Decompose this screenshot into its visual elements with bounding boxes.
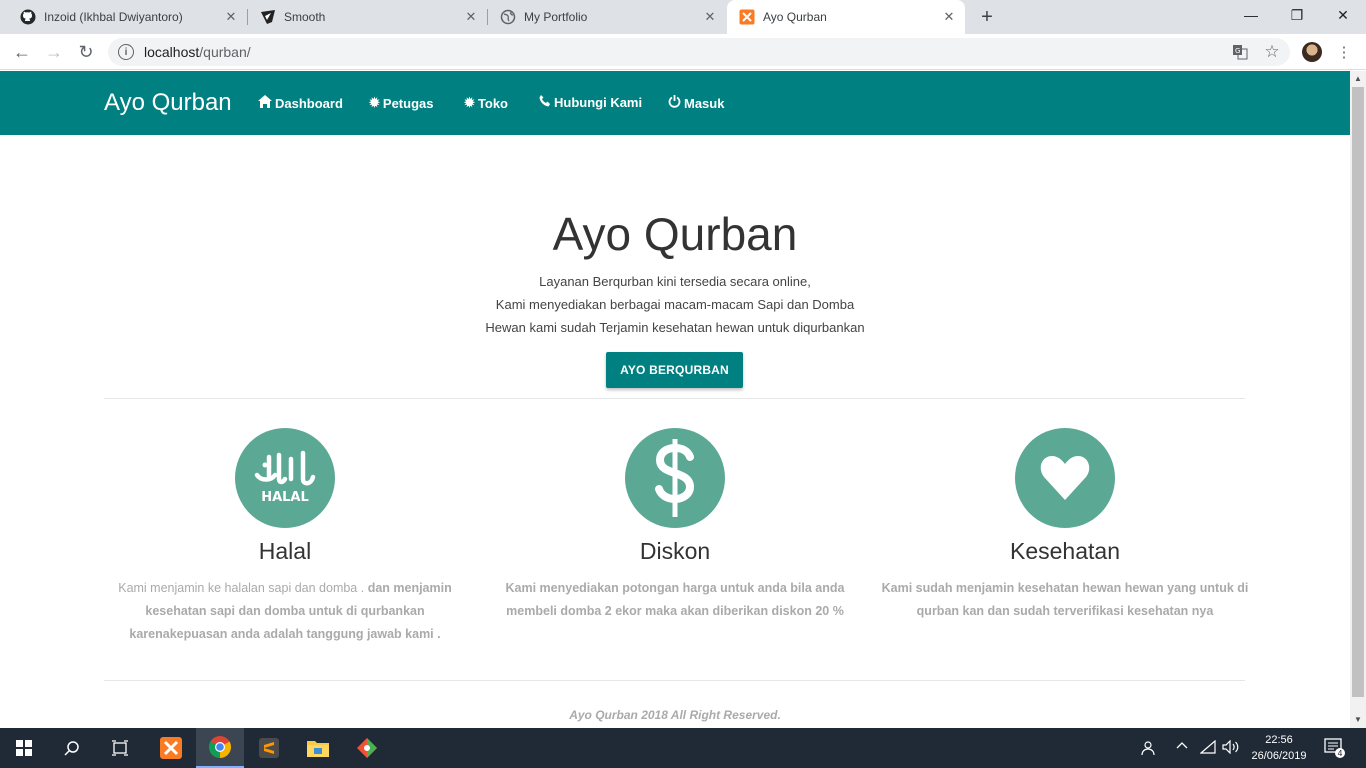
- page-scrollbar[interactable]: ▲ ▼: [1350, 71, 1366, 728]
- task-view-icon[interactable]: [96, 728, 144, 768]
- scrollbar-thumb[interactable]: [1352, 87, 1364, 697]
- notification-count: 4: [1337, 749, 1342, 758]
- nav-hubungi-kami[interactable]: Hubungi Kami: [539, 95, 642, 110]
- nav-label: Petugas: [382, 95, 434, 111]
- address-bar[interactable]: i localhost/qurban/: [108, 38, 1290, 66]
- menu-dots-icon[interactable]: ⋮: [1334, 42, 1354, 62]
- taskbar-clock[interactable]: 22:56 26/06/2019: [1248, 732, 1310, 764]
- halal-icon-text: HALAL: [261, 490, 309, 505]
- star-icon[interactable]: ☆: [1262, 42, 1282, 62]
- footer-copyright: Ayo Qurban 2018 All Right Reserved.: [569, 708, 781, 722]
- home-icon: [258, 95, 272, 111]
- nav-masuk[interactable]: Masuk: [668, 95, 724, 111]
- globe-icon: [500, 9, 516, 25]
- feature-desc-bold: Kami menyediakan potongan harga untuk an…: [505, 581, 845, 618]
- browser-tab-github[interactable]: Inzoid (Ikhbal Dwiyantoro) ✕: [0, 0, 247, 34]
- close-icon[interactable]: ✕: [702, 9, 718, 25]
- ayo-berqurban-button[interactable]: AYO BERQURBAN: [606, 352, 743, 388]
- volume-icon[interactable]: [1222, 739, 1240, 757]
- site-navbar: Ayo Qurban Dashboard ✹ Petugas ✹ Toko Hu…: [0, 71, 1350, 135]
- nav-label: Hubungi Kami: [554, 95, 643, 110]
- nav-label: Masuk: [684, 95, 725, 111]
- info-icon[interactable]: i: [118, 44, 134, 60]
- dollar-icon: [625, 428, 725, 528]
- scroll-up-icon[interactable]: ▲: [1350, 71, 1366, 87]
- file-explorer-icon[interactable]: [294, 728, 342, 768]
- svg-text:G: G: [1235, 47, 1240, 55]
- feature-description: Kami sudah menjamin kesehatan hewan hewa…: [875, 577, 1255, 623]
- url-path: /qurban/: [199, 44, 251, 60]
- clock-time: 22:56: [1265, 734, 1293, 746]
- browser-toolbar: ← → ↻ i localhost/qurban/ G ☆ ⋮: [0, 34, 1366, 70]
- browser-tab-portfolio[interactable]: My Portfolio ✕: [488, 0, 726, 34]
- power-icon: [668, 95, 681, 111]
- scroll-down-icon[interactable]: ▼: [1350, 712, 1366, 728]
- feature-description: Kami menjamin ke halalan sapi dan domba …: [95, 577, 475, 646]
- minimize-button[interactable]: —: [1228, 0, 1274, 30]
- chevron-up-icon[interactable]: [1176, 740, 1188, 755]
- gear-icon: ✹: [369, 95, 380, 110]
- windows-taskbar: 22:56 26/06/2019 4: [0, 728, 1366, 768]
- tab-title: Inzoid (Ikhbal Dwiyantoro): [44, 10, 183, 24]
- tab-title: Smooth: [284, 10, 326, 24]
- hero-title: Ayo Qurban: [552, 208, 798, 260]
- xampp-taskbar-icon[interactable]: [147, 728, 195, 768]
- chrome-taskbar-icon[interactable]: [196, 728, 244, 768]
- sublime-taskbar-icon[interactable]: [245, 728, 293, 768]
- feature-kesehatan: Kesehatan Kami sudah menjamin kesehatan …: [875, 428, 1255, 623]
- nav-petugas[interactable]: ✹ Petugas: [369, 95, 433, 111]
- smooth-icon: [260, 9, 276, 25]
- nav-label: Toko: [477, 95, 508, 111]
- back-arrow-icon[interactable]: ←: [10, 40, 34, 64]
- notification-center-icon[interactable]: 4: [1324, 738, 1346, 761]
- reload-icon[interactable]: ↻: [74, 40, 98, 64]
- page-viewport: Ayo Qurban Dashboard ✹ Petugas ✹ Toko Hu…: [0, 71, 1350, 728]
- forward-arrow-icon[interactable]: →: [42, 40, 66, 64]
- halal-icon: HALAL: [235, 428, 335, 528]
- feature-halal: HALAL Halal Kami menjamin ke halalan sap…: [95, 428, 475, 646]
- feature-desc-bold: Kami sudah menjamin kesehatan hewan hewa…: [881, 581, 1249, 618]
- tab-title: My Portfolio: [524, 10, 588, 24]
- browser-tab-strip: Inzoid (Ikhbal Dwiyantoro) ✕ Smooth ✕ My…: [0, 0, 1366, 34]
- browser-tab-smooth[interactable]: Smooth ✕: [248, 0, 487, 34]
- restore-button[interactable]: ❐: [1274, 0, 1320, 30]
- wifi-icon[interactable]: [1199, 739, 1216, 757]
- people-icon[interactable]: [1140, 740, 1156, 759]
- hero-line-1: Layanan Berqurban kini tersedia secara o…: [539, 274, 811, 289]
- nav-toko[interactable]: ✹ Toko: [464, 95, 508, 111]
- windows-start-icon[interactable]: [0, 728, 48, 768]
- github-icon: [20, 9, 36, 25]
- site-brand[interactable]: Ayo Qurban: [104, 89, 232, 117]
- phone-icon: [539, 95, 551, 110]
- heart-icon: [1015, 428, 1115, 528]
- avatar[interactable]: [1302, 42, 1322, 62]
- footer-divider: [104, 680, 1245, 681]
- close-icon[interactable]: ✕: [941, 9, 957, 25]
- search-icon[interactable]: [48, 728, 96, 768]
- git-taskbar-icon[interactable]: [343, 728, 391, 768]
- nav-dashboard[interactable]: Dashboard: [258, 95, 343, 111]
- feature-title: Halal: [258, 538, 312, 564]
- feature-description: Kami menyediakan potongan harga untuk an…: [485, 577, 865, 623]
- close-icon[interactable]: ✕: [463, 9, 479, 25]
- feature-diskon: Diskon Kami menyediakan potongan harga u…: [485, 428, 865, 623]
- hero-line-3: Hewan kami sudah Terjamin kesehatan hewa…: [485, 320, 865, 335]
- feature-desc-light: Kami menjamin ke halalan sapi dan domba …: [118, 581, 365, 595]
- gear-icon: ✹: [464, 95, 475, 110]
- feature-title: Diskon: [639, 538, 711, 564]
- hero-line-2: Kami menyediakan berbagai macam-macam Sa…: [495, 297, 855, 312]
- xampp-icon: [739, 9, 755, 25]
- window-close-button[interactable]: ✕: [1320, 0, 1366, 30]
- browser-tab-ayo-qurban[interactable]: Ayo Qurban ✕: [727, 0, 965, 34]
- translate-icon[interactable]: G: [1230, 42, 1250, 62]
- url-host: localhost: [144, 44, 200, 60]
- tab-title: Ayo Qurban: [763, 10, 827, 24]
- new-tab-button[interactable]: +: [977, 7, 997, 27]
- close-icon[interactable]: ✕: [223, 9, 239, 25]
- section-divider: [104, 398, 1245, 399]
- nav-label: Dashboard: [275, 95, 343, 111]
- clock-date: 26/06/2019: [1251, 750, 1307, 762]
- feature-title: Kesehatan: [1010, 538, 1120, 564]
